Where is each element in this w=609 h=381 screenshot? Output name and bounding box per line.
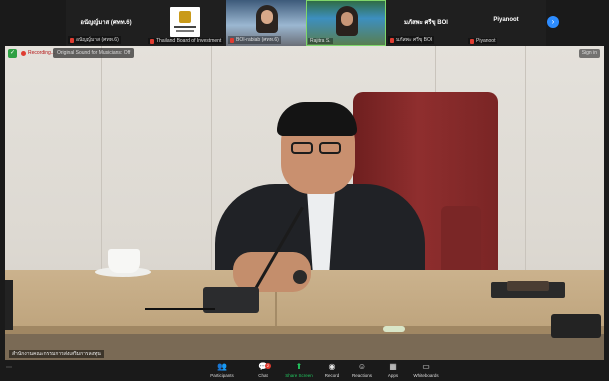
mic-muted-icon: [230, 37, 234, 43]
wristwatch: [293, 270, 307, 284]
participant-tile[interactable]: BOI-rabiab (ศทท.6): [226, 0, 306, 46]
participant-name-tag: อนัญญ์มาส (ศทท.6): [68, 36, 121, 44]
boi-logo: [170, 7, 200, 37]
microphone-stand: [5, 280, 13, 330]
more-options-icon[interactable]: ⋯: [6, 364, 12, 371]
participant-tag-label: อนัญญ์มาส (ศทท.6): [76, 37, 119, 43]
participant-strip: อนัญญ์มาส (ศทท.6) อนัญญ์มาส (ศทท.6) Thai…: [0, 0, 609, 46]
original-sound-chip[interactable]: Original Sound for Musicians: Off: [53, 48, 135, 58]
participant-tile-active[interactable]: Rajitra S.: [306, 0, 386, 46]
meeting-toolbar: ⋯ 👥 Participants 💬 2 Chat ⬆ Share Screen…: [0, 360, 609, 381]
participant-tile[interactable]: อนัญญ์มาส (ศทท.6) อนัญญ์มาส (ศทท.6): [66, 0, 146, 46]
participant-tag-label: Thailand Board of Investment: [156, 38, 222, 44]
security-shield-icon[interactable]: ✓: [8, 49, 17, 58]
participant-display-name: Piyanoot: [493, 17, 519, 23]
desk-item: [383, 326, 405, 332]
participant-tag-label: มภัสพะ ศรีขุ BOI: [396, 37, 433, 43]
participant-name-tag: Thailand Board of Investment: [148, 38, 224, 44]
chat-button[interactable]: 💬 2 Chat: [243, 362, 283, 378]
participant-name-tag: มภัสพะ ศรีขุ BOI: [388, 36, 435, 44]
wall-panel-line: [211, 46, 212, 276]
participant-tag-label: Rajitra S.: [310, 38, 331, 44]
recording-dot-icon: [21, 51, 26, 56]
speaker-hair: [277, 102, 357, 136]
whiteboards-button[interactable]: ▭ Whiteboards: [406, 362, 446, 378]
sign-in-button[interactable]: Sign in: [578, 49, 600, 58]
participants-icon: 👥: [217, 362, 227, 371]
participant-tile[interactable]: Thailand Board of Investment: [146, 0, 226, 46]
mic-muted-icon: [150, 38, 154, 44]
glasses: [319, 142, 341, 154]
speaker-name-caption: สำนักงานคณะกรรมการส่งเสริมการลงทุน: [9, 350, 104, 358]
next-page-arrow-icon[interactable]: ›: [547, 16, 559, 28]
toolbar-label: Reactions: [351, 373, 372, 378]
wall-panel-line: [101, 46, 102, 276]
main-speaker-video: ✓ Recording... Original Sound for Musici…: [5, 46, 604, 360]
mic-muted-icon: [390, 37, 394, 43]
participant-tag-label: BOI-rabiab (ศทท.6): [236, 37, 279, 43]
participants-button[interactable]: 👥 Participants: [202, 362, 242, 378]
participant-face: [341, 12, 353, 26]
toolbar-label: Participants: [210, 373, 234, 378]
chat-badge: 2: [265, 363, 271, 369]
microphone-cable: [145, 308, 215, 310]
desk-edge: [5, 326, 604, 334]
wall-panel-line: [525, 46, 526, 276]
toolbar-label: Chat: [258, 373, 268, 378]
chat-icon: 💬: [258, 362, 268, 371]
phone: [507, 281, 549, 291]
whiteboards-icon: ▭: [422, 362, 430, 371]
participant-display-name: มภัสพะ ศรีขุ BOI: [404, 20, 448, 26]
participant-name-tag: Piyanoot: [468, 38, 498, 44]
participant-name-tag: BOI-rabiab (ศทท.6): [228, 36, 281, 44]
mic-muted-icon: [470, 38, 474, 44]
participant-display-name: อนัญญ์มาส (ศทท.6): [80, 20, 132, 26]
glasses: [291, 142, 313, 154]
microphone-base: [551, 314, 601, 338]
participant-tile[interactable]: Piyanoot Piyanoot: [466, 0, 546, 46]
toolbar-label: Whiteboards: [413, 373, 439, 378]
participant-tile[interactable]: มภัสพะ ศรีขุ BOI มภัสพะ ศรีขุ BOI: [386, 0, 466, 46]
participant-tag-label: Piyanoot: [476, 38, 496, 44]
participant-name-tag: Rajitra S.: [308, 38, 333, 44]
coffee-cup: [108, 249, 140, 273]
participant-face: [261, 10, 273, 24]
mic-muted-icon: [70, 37, 74, 43]
toolbar-label: Apps: [387, 373, 399, 378]
toolbar-label: Record: [324, 373, 340, 378]
recording-label[interactable]: Recording...: [28, 49, 55, 58]
toolbar-label: Share Screen: [285, 373, 313, 378]
